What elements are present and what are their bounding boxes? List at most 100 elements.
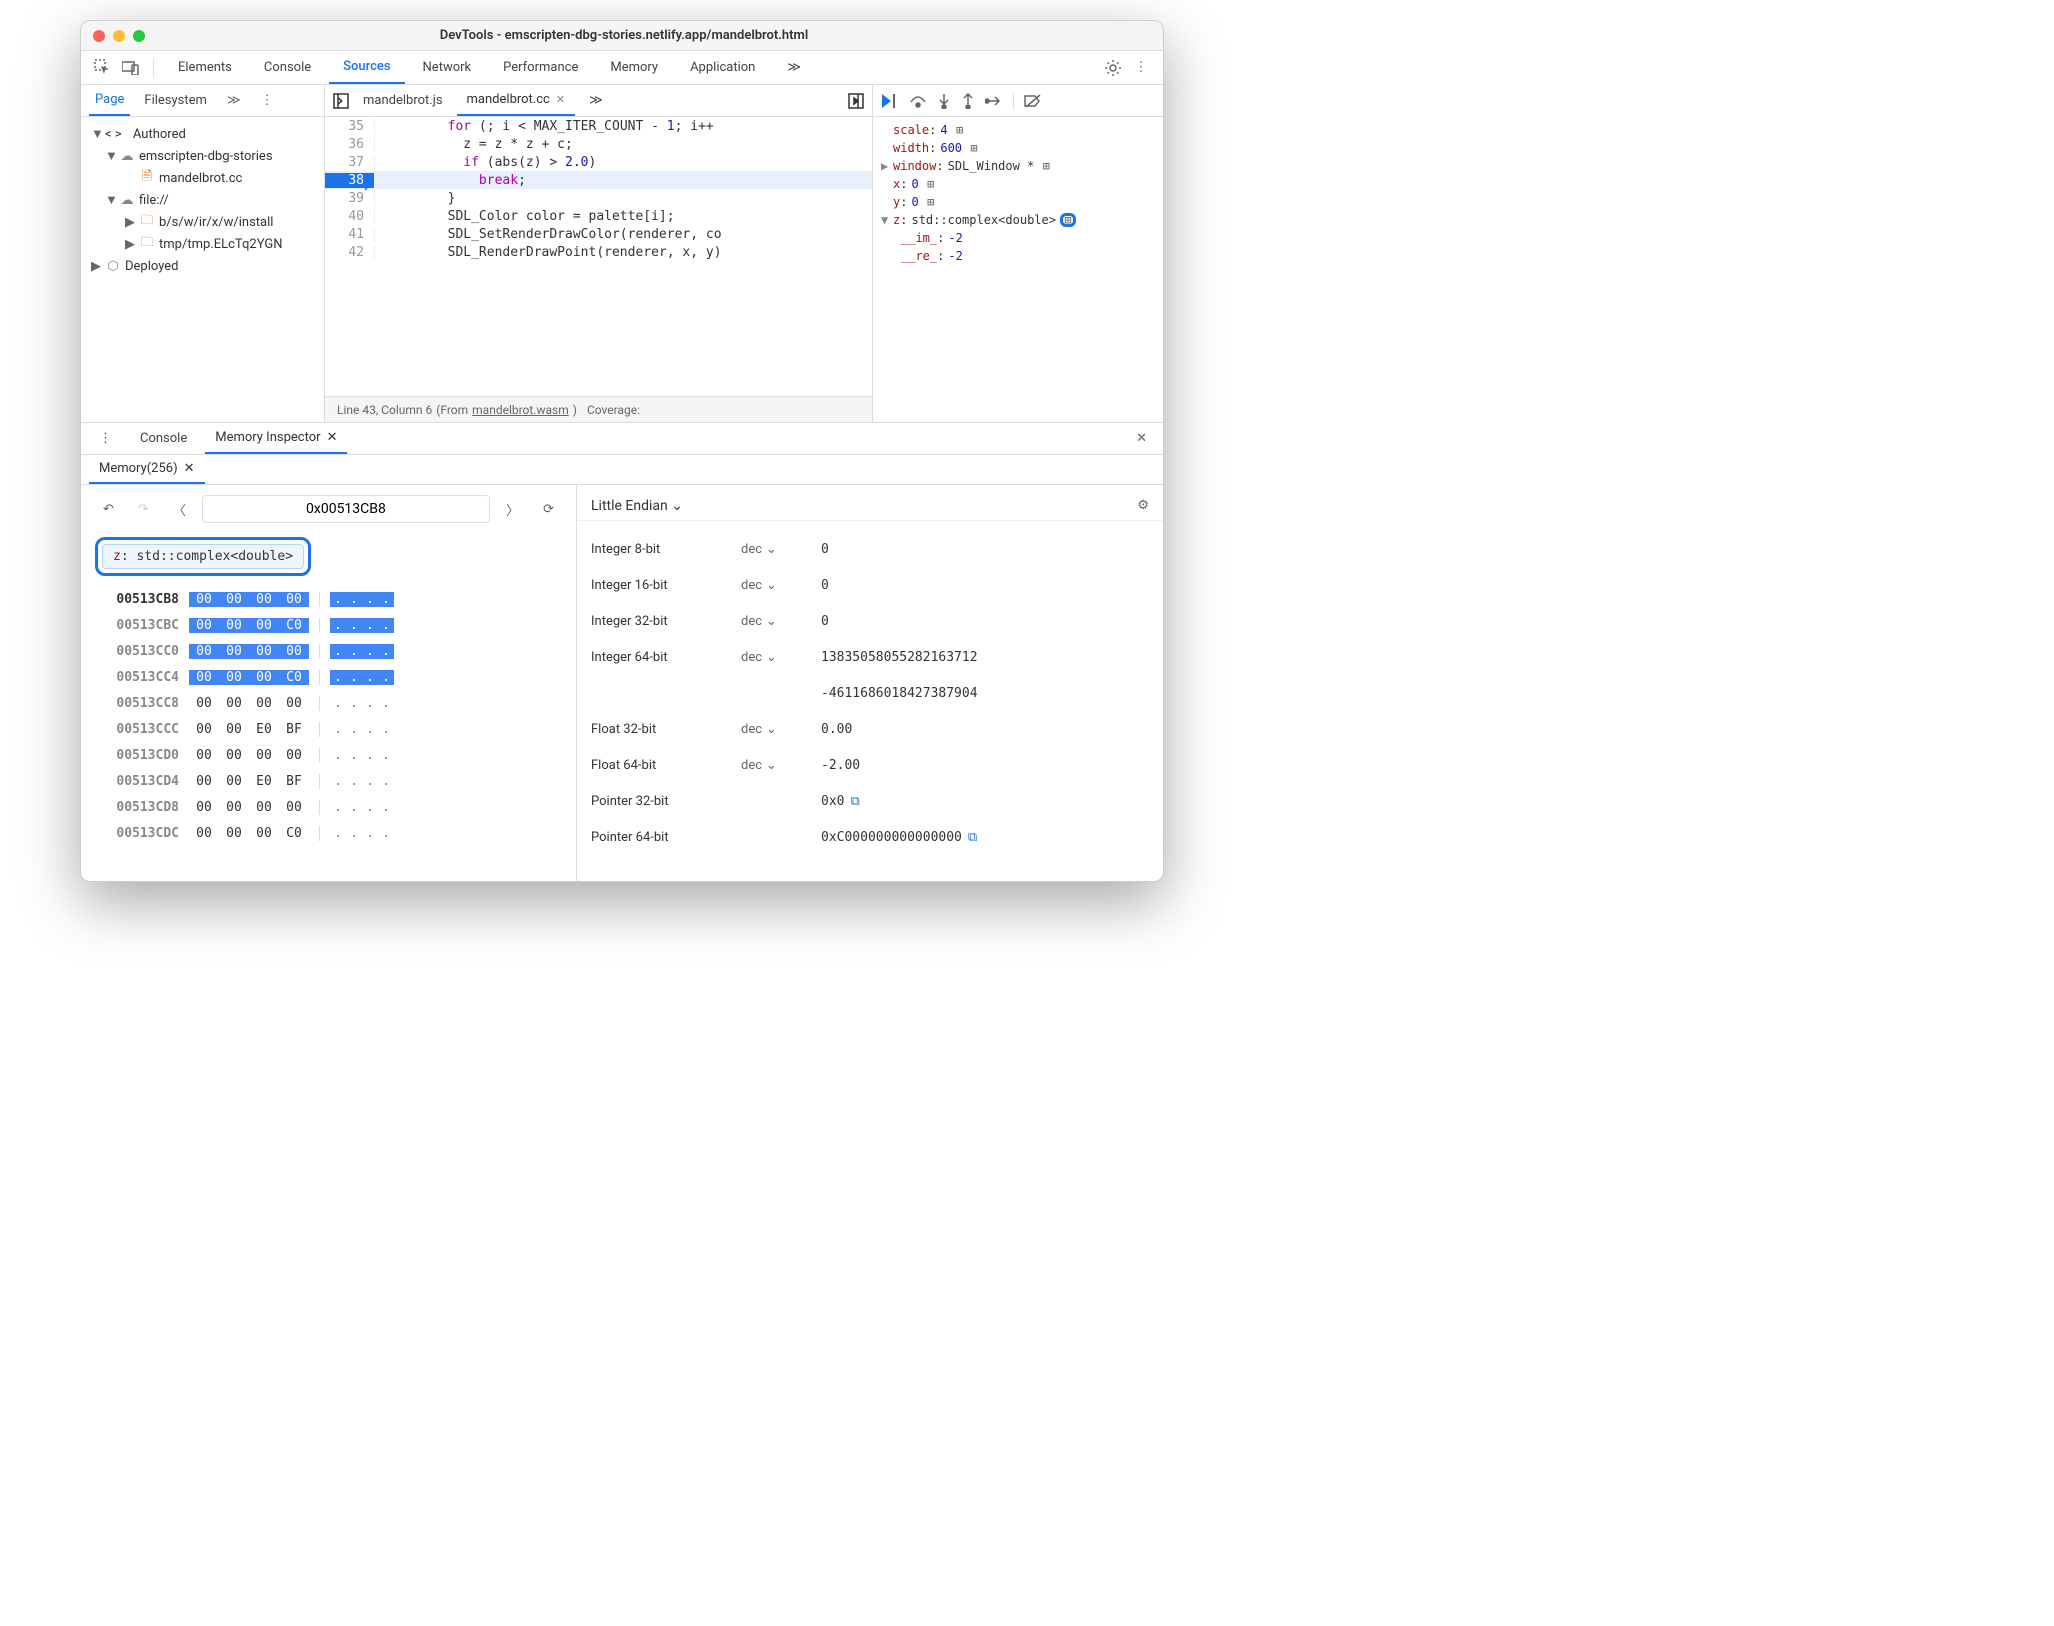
redo-icon[interactable]: ↷	[130, 500, 157, 519]
hex-row[interactable]: 00513CCC0000E0BF....	[99, 716, 558, 742]
hex-byte[interactable]: 00	[189, 592, 219, 607]
settings-icon[interactable]: ⚙	[1137, 498, 1149, 513]
external-link-icon[interactable]: ⧉	[968, 830, 977, 845]
hex-byte[interactable]: C0	[279, 826, 309, 841]
tree-file-host[interactable]: ▼☁file://	[81, 189, 324, 211]
mode-select[interactable]: dec ⌄	[741, 722, 821, 737]
hex-byte[interactable]: 00	[219, 670, 249, 685]
hex-byte[interactable]: 00	[279, 696, 309, 711]
deactivate-breakpoints-icon[interactable]	[1024, 94, 1042, 108]
tree-folder-2[interactable]: ▶🗀tmp/tmp.ELcTq2YGN	[81, 233, 324, 255]
hex-byte[interactable]: 00	[279, 748, 309, 763]
hex-byte[interactable]: 00	[189, 826, 219, 841]
hex-byte[interactable]: 00	[189, 800, 219, 815]
prev-page-icon[interactable]: 〈	[165, 498, 194, 521]
tabs-overflow[interactable]: ≫	[773, 51, 815, 84]
mode-select[interactable]: dec ⌄	[741, 650, 821, 665]
hex-byte[interactable]: 00	[219, 826, 249, 841]
tab-application[interactable]: Application	[676, 51, 769, 84]
hex-byte[interactable]: BF	[279, 774, 309, 789]
scope-scale[interactable]: scale: 4⊞	[881, 121, 1155, 139]
hex-byte[interactable]: 00	[219, 800, 249, 815]
editor-tabs-overflow[interactable]: ≫	[579, 85, 613, 116]
hex-byte[interactable]: 00	[219, 774, 249, 789]
hex-byte[interactable]: 00	[189, 644, 219, 659]
hex-row[interactable]: 00513CC800000000....	[99, 690, 558, 716]
endian-select[interactable]: Little Endian ⌄	[591, 498, 683, 514]
minimize-window[interactable]	[113, 30, 125, 42]
hex-byte[interactable]: 00	[189, 722, 219, 737]
memory-icon[interactable]: ⊞	[1038, 159, 1054, 173]
hex-row[interactable]: 00513CDC000000C0....	[99, 820, 558, 846]
tab-console[interactable]: Console	[250, 51, 325, 84]
hex-byte[interactable]: BF	[279, 722, 309, 737]
hex-byte[interactable]: 00	[189, 748, 219, 763]
hex-byte[interactable]: 00	[249, 826, 279, 841]
scope-x[interactable]: x: 0⊞	[881, 175, 1155, 193]
hex-byte[interactable]: 00	[219, 696, 249, 711]
settings-icon[interactable]	[1101, 56, 1125, 80]
step-icon[interactable]	[985, 94, 1003, 108]
memory-icon[interactable]: ⊞	[952, 123, 968, 137]
step-into-icon[interactable]	[937, 93, 951, 109]
nav-files-icon[interactable]	[333, 93, 349, 109]
tab-elements[interactable]: Elements	[164, 51, 246, 84]
device-toolbar-icon[interactable]	[119, 56, 143, 80]
scope-z[interactable]: ▼z: std::complex<double>⊞	[881, 211, 1155, 229]
tab-performance[interactable]: Performance	[489, 51, 592, 84]
hex-byte[interactable]: 00	[279, 800, 309, 815]
memory-icon[interactable]: ⊞	[1060, 213, 1076, 227]
editor-tab-cc[interactable]: mandelbrot.cc✕	[457, 85, 576, 116]
hex-byte[interactable]: 00	[249, 618, 279, 633]
hex-byte[interactable]: 00	[279, 592, 309, 607]
tab-sources[interactable]: Sources	[329, 51, 404, 84]
scope-window[interactable]: ▶window: SDL_Window *⊞	[881, 157, 1155, 175]
hex-byte[interactable]: 00	[249, 800, 279, 815]
tree-host[interactable]: ▼☁emscripten-dbg-stories	[81, 145, 324, 167]
mode-select[interactable]: dec ⌄	[741, 758, 821, 773]
code-area[interactable]: 35 for (; i < MAX_ITER_COUNT - 1; i++ 36…	[325, 117, 872, 396]
step-out-icon[interactable]	[961, 93, 975, 109]
tab-network[interactable]: Network	[409, 51, 486, 84]
editor-tab-js[interactable]: mandelbrot.js	[353, 85, 453, 116]
memory-icon[interactable]: ⊞	[923, 177, 939, 191]
close-icon[interactable]: ✕	[327, 430, 338, 445]
drawer-more-icon[interactable]: ⋮	[89, 423, 122, 454]
hex-row[interactable]: 00513CD40000E0BF....	[99, 768, 558, 794]
mode-select[interactable]: dec ⌄	[741, 542, 821, 557]
scope-z-im[interactable]: __im_: -2	[881, 229, 1155, 247]
hex-byte[interactable]: E0	[249, 722, 279, 737]
hex-byte[interactable]: 00	[219, 592, 249, 607]
refresh-icon[interactable]: ⟳	[535, 500, 562, 519]
step-over-icon[interactable]	[909, 94, 927, 108]
hex-byte[interactable]: 00	[189, 670, 219, 685]
hex-row[interactable]: 00513CB800000000....	[99, 586, 558, 612]
next-page-icon[interactable]: 〉	[498, 498, 527, 521]
close-icon[interactable]: ✕	[556, 93, 565, 106]
hex-byte[interactable]: 00	[189, 696, 219, 711]
hex-byte[interactable]: C0	[279, 618, 309, 633]
hex-row[interactable]: 00513CBC000000C0....	[99, 612, 558, 638]
tab-memory[interactable]: Memory	[596, 51, 672, 84]
close-window[interactable]	[93, 30, 105, 42]
sidebar-tab-filesystem[interactable]: Filesystem	[138, 85, 213, 116]
more-icon[interactable]: ⋮	[1129, 56, 1153, 80]
scope-z-re[interactable]: __re_: -2	[881, 247, 1155, 265]
mode-select[interactable]: dec ⌄	[741, 578, 821, 593]
tree-authored[interactable]: ▼< > Authored	[81, 123, 324, 145]
tree-deployed[interactable]: ▶⬡Deployed	[81, 255, 324, 277]
hex-byte[interactable]: 00	[279, 644, 309, 659]
hex-row[interactable]: 00513CC000000000....	[99, 638, 558, 664]
memory-icon[interactable]: ⊞	[923, 195, 939, 209]
inspect-icon[interactable]	[91, 56, 115, 80]
tree-folder-1[interactable]: ▶🗀b/s/w/ir/x/w/install	[81, 211, 324, 233]
hex-byte[interactable]: 00	[249, 670, 279, 685]
zoom-window[interactable]	[133, 30, 145, 42]
hex-byte[interactable]: 00	[219, 618, 249, 633]
sidebar-more-icon[interactable]: ⋮	[255, 85, 280, 116]
mode-select[interactable]: dec ⌄	[741, 614, 821, 629]
sidebar-tab-page[interactable]: Page	[89, 85, 130, 116]
memory-subtab[interactable]: Memory(256)✕	[89, 455, 205, 484]
drawer-tab-console[interactable]: Console	[130, 423, 197, 454]
resume-icon[interactable]	[881, 93, 899, 109]
